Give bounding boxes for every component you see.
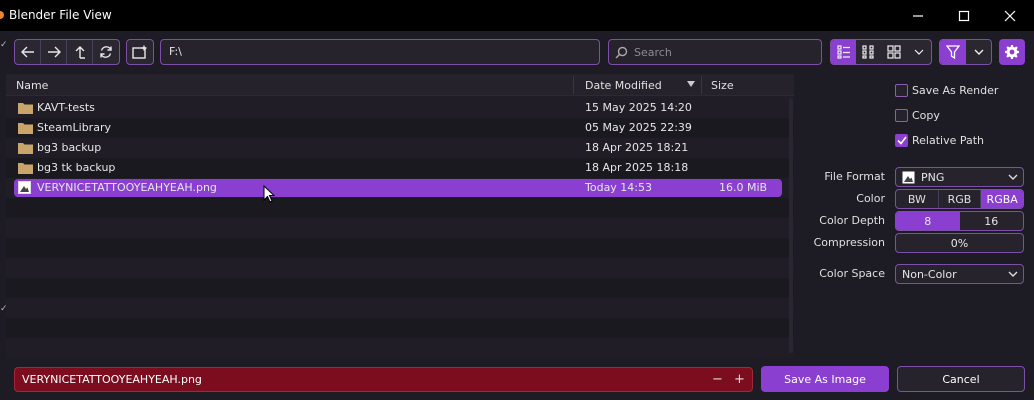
search-input[interactable]	[634, 45, 814, 59]
column-size[interactable]: Size	[711, 79, 734, 92]
image-file-icon	[902, 171, 915, 183]
search-field[interactable]	[608, 39, 822, 65]
filter-group	[939, 39, 992, 65]
parent-directory-button[interactable]	[67, 40, 93, 64]
search-icon	[615, 46, 628, 58]
compression-label: Compression	[813, 236, 885, 249]
filename-field[interactable]: VERYNICETATTOOYEAHYEAH.png − +	[14, 367, 753, 392]
horizontal-list-icon	[861, 45, 874, 59]
maximize-icon	[958, 10, 970, 21]
close-icon	[1004, 10, 1016, 21]
side-marker-icon: ✓	[0, 304, 8, 314]
color-label: Color	[856, 192, 885, 205]
folder-icon	[18, 103, 33, 114]
file-format-dropdown[interactable]: PNG	[895, 167, 1024, 187]
minimize-button[interactable]	[895, 0, 941, 31]
window-title: Blender File View	[9, 8, 112, 22]
new-folder-group	[126, 39, 154, 65]
decrement-button[interactable]: −	[712, 372, 723, 387]
relative-path-option[interactable]: Relative Path	[895, 134, 984, 147]
title-bar: Blender File View	[0, 0, 1034, 31]
color-depth-16-option[interactable]: 16	[960, 212, 1024, 230]
thumbnails-icon	[886, 45, 901, 59]
chevron-down-icon	[974, 49, 983, 55]
thumbnails-button[interactable]	[881, 40, 906, 64]
sort-descending-icon	[687, 81, 695, 87]
filename-value: VERYNICETATTOOYEAHYEAH.png	[22, 373, 202, 386]
mouse-pointer-icon	[263, 185, 275, 203]
save-as-render-checkbox[interactable]	[895, 84, 908, 97]
copy-option[interactable]: Copy	[895, 109, 940, 122]
color-bw-option[interactable]: BW	[896, 190, 939, 208]
file-row-selected[interactable]: VERYNICETATTOOYEAHYEAH.png Today 14:53 1…	[6, 178, 794, 198]
compression-field[interactable]: 0%	[895, 233, 1024, 253]
directory-path-field[interactable]: F:\	[160, 39, 600, 65]
chevron-down-icon	[1008, 174, 1018, 180]
file-row[interactable]: bg3 tk backup 18 Apr 2025 18:18	[6, 158, 794, 178]
filter-icon	[946, 45, 960, 59]
folder-icon	[18, 123, 33, 134]
vertical-list-icon	[836, 45, 850, 59]
navigation-group	[14, 39, 120, 65]
display-settings-dropdown[interactable]	[906, 40, 931, 64]
file-row[interactable]: bg3 backup 18 Apr 2025 18:21	[6, 138, 794, 158]
arrow-right-icon	[47, 46, 61, 58]
color-depth-label: Color Depth	[819, 214, 885, 227]
save-as-image-button[interactable]: Save As Image	[761, 366, 889, 392]
color-space-dropdown[interactable]: Non-Color	[895, 264, 1024, 284]
filter-toggle-button[interactable]	[940, 40, 966, 64]
color-rgba-option[interactable]: RGBA	[981, 190, 1023, 208]
arrow-up-icon	[75, 46, 85, 59]
copy-checkbox[interactable]	[895, 109, 908, 122]
new-folder-button[interactable]	[127, 40, 153, 64]
settings-button[interactable]	[999, 39, 1025, 65]
checkmark-icon	[896, 136, 907, 145]
color-mode-selector: BW RGB RGBA	[895, 189, 1024, 209]
increment-button[interactable]: +	[734, 372, 745, 387]
folder-icon	[18, 163, 33, 174]
display-mode-group	[830, 39, 932, 65]
arrow-left-icon	[20, 46, 34, 58]
column-date-modified[interactable]: Date Modified	[585, 79, 662, 92]
gear-icon	[1005, 45, 1019, 59]
filter-options-dropdown[interactable]	[966, 40, 991, 64]
minimize-icon	[913, 14, 923, 17]
side-marker-icon: ✓	[0, 40, 8, 50]
vertical-list-button[interactable]	[831, 40, 856, 64]
file-list-scrollbar[interactable]	[789, 98, 793, 353]
color-depth-selector: 8 16	[895, 211, 1024, 231]
new-folder-icon	[132, 45, 147, 59]
save-as-render-option[interactable]: Save As Render	[895, 84, 998, 97]
cancel-button[interactable]: Cancel	[897, 366, 1025, 392]
chevron-down-icon	[1008, 271, 1018, 277]
relative-path-checkbox[interactable]	[895, 134, 908, 147]
back-button[interactable]	[15, 40, 41, 64]
close-button[interactable]	[987, 0, 1033, 31]
file-browser: Name Date Modified Size KAVT-tests 15 Ma…	[6, 74, 794, 358]
file-list: KAVT-tests 15 May 2025 14:20 SteamLibrar…	[6, 98, 794, 358]
maximize-button[interactable]	[941, 0, 987, 31]
forward-button[interactable]	[41, 40, 67, 64]
file-row[interactable]: KAVT-tests 15 May 2025 14:20	[6, 98, 794, 118]
folder-icon	[18, 143, 33, 154]
color-depth-8-option[interactable]: 8	[896, 212, 960, 230]
refresh-icon	[100, 46, 112, 58]
file-row[interactable]: SteamLibrary 05 May 2025 22:39	[6, 118, 794, 138]
file-format-label: File Format	[824, 170, 885, 183]
refresh-button[interactable]	[93, 40, 119, 64]
column-header: Name Date Modified Size	[6, 74, 794, 96]
column-name[interactable]: Name	[16, 79, 48, 92]
color-rgb-option[interactable]: RGB	[939, 190, 982, 208]
image-file-icon	[18, 181, 31, 194]
chevron-down-icon	[914, 49, 923, 55]
app-icon	[0, 11, 4, 19]
horizontal-list-button[interactable]	[856, 40, 881, 64]
color-space-label: Color Space	[819, 267, 885, 280]
